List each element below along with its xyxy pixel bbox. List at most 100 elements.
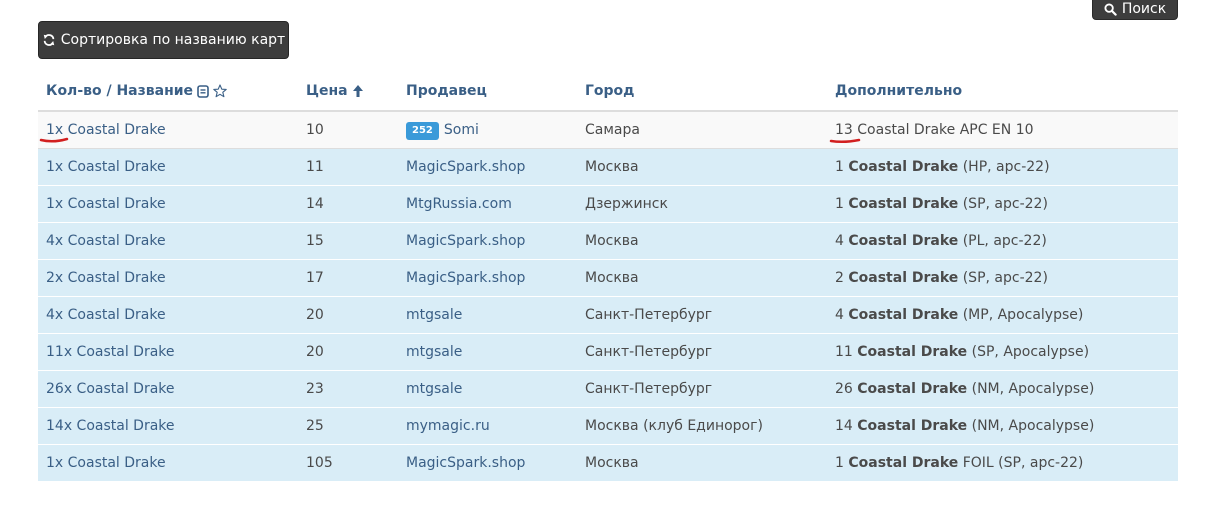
extra-details: (SP, Apocalypse) xyxy=(971,344,1090,360)
extra-title: Coastal Drake xyxy=(857,381,968,397)
card-name-link[interactable]: 4x Coastal Drake xyxy=(46,306,166,324)
price: 14 xyxy=(306,196,324,212)
city: Москва xyxy=(585,455,639,471)
extra-quantity: 11 xyxy=(835,344,853,360)
card-name-link[interactable]: 11x Coastal Drake xyxy=(46,343,175,361)
price: 20 xyxy=(306,344,324,360)
card-name-link[interactable]: 26x Coastal Drake xyxy=(46,380,175,398)
card-name-link[interactable]: 1x Coastal Drake xyxy=(46,454,166,472)
sort-by-name-button[interactable]: Сортировка по названию карт xyxy=(38,21,289,59)
table-row: 26x Coastal Drake 23 mtgsale Санкт-Петер… xyxy=(38,371,1178,408)
table-row: 1x Coastal Drake 105 MagicSpark.shop Мос… xyxy=(38,445,1178,482)
extra-title: Coastal Drake xyxy=(857,418,968,434)
extra-quantity: 1 xyxy=(835,196,844,212)
extra-info: 4 Coastal Drake (PL, apc-22) xyxy=(835,232,1047,250)
column-header-city-label[interactable]: Город xyxy=(585,83,635,99)
sort-button-label: Сортировка по названию карт xyxy=(60,32,286,48)
search-icon xyxy=(1104,2,1117,16)
price: 25 xyxy=(306,418,324,434)
extra-info: 11 Coastal Drake (SP, Apocalypse) xyxy=(835,343,1089,361)
extra-quantity: 4 xyxy=(835,233,844,249)
column-header-name-label[interactable]: Кол-во / Название xyxy=(46,83,193,99)
column-header-seller[interactable]: Продавец xyxy=(406,83,487,99)
extra-quantity: 2 xyxy=(835,270,844,286)
search-button[interactable]: Поиск xyxy=(1092,0,1178,20)
column-header-seller-label[interactable]: Продавец xyxy=(406,83,487,99)
extra-details: FOIL (SP, apc-22) xyxy=(962,455,1084,471)
seller-link[interactable]: MagicSpark.shop xyxy=(406,158,525,176)
card-name-link[interactable]: 4x Coastal Drake xyxy=(46,232,166,250)
extra-info: 26 Coastal Drake (NM, Apocalypse) xyxy=(835,380,1094,398)
extra-info: 13 Coastal Drake APC EN 10 xyxy=(835,121,1034,139)
city: Москва xyxy=(585,159,639,175)
city: Москва (клуб Единорог) xyxy=(585,418,763,434)
price: 17 xyxy=(306,270,324,286)
red-underline-annotation xyxy=(39,137,69,143)
table-row: 2x Coastal Drake 17 MagicSpark.shop Моск… xyxy=(38,260,1178,297)
card-name-link[interactable]: 1x Coastal Drake xyxy=(46,195,166,213)
column-header-city[interactable]: Город xyxy=(585,83,635,99)
table-row: 11x Coastal Drake 20 mtgsale Санкт-Петер… xyxy=(38,334,1178,371)
seller-link[interactable]: mtgsale xyxy=(406,343,462,361)
table-row: 4x Coastal Drake 20 mtgsale Санкт-Петерб… xyxy=(38,297,1178,334)
column-header-extra-label: Дополнительно xyxy=(835,83,963,99)
card-name-link[interactable]: 1x Coastal Drake xyxy=(46,158,166,176)
column-header-price-label[interactable]: Цена xyxy=(306,83,348,99)
column-header-extra: Дополнительно xyxy=(835,83,962,99)
seller-link[interactable]: mymagic.ru xyxy=(406,417,490,435)
seller-link[interactable]: MagicSpark.shop xyxy=(406,454,525,472)
seller-link[interactable]: MagicSpark.shop xyxy=(406,269,525,287)
column-header-name[interactable]: Кол-во / Название xyxy=(46,83,227,99)
table-row: 1x Coastal Drake 10 252 Somi Самара 13 Co… xyxy=(38,112,1178,149)
extra-title: Coastal Drake xyxy=(848,307,959,323)
table-header: Кол-во / Название Цена Продавец Город До… xyxy=(38,73,1178,112)
extra-info: 1 Coastal Drake FOIL (SP, apc-22) xyxy=(835,454,1083,472)
card-icon[interactable] xyxy=(197,84,209,98)
extra-title: Coastal Drake APC EN 10 xyxy=(857,122,1034,138)
city: Санкт-Петербург xyxy=(585,381,713,397)
price: 11 xyxy=(306,159,324,175)
extra-details: (MP, Apocalypse) xyxy=(962,307,1084,323)
seller-rating-badge: 252 xyxy=(406,122,439,140)
price: 23 xyxy=(306,381,324,397)
city: Москва xyxy=(585,270,639,286)
column-header-price[interactable]: Цена xyxy=(306,83,364,99)
extra-info: 2 Coastal Drake (SP, apc-22) xyxy=(835,269,1048,287)
extra-title: Coastal Drake xyxy=(857,344,968,360)
extra-details: (PL, apc-22) xyxy=(962,233,1047,249)
extra-details: (NM, Apocalypse) xyxy=(971,418,1095,434)
seller-link[interactable]: MtgRussia.com xyxy=(406,195,512,213)
extra-details: (SP, apc-22) xyxy=(962,270,1048,286)
card-name-link[interactable]: 14x Coastal Drake xyxy=(46,417,175,435)
offers-table: Кол-во / Название Цена Продавец Город До… xyxy=(38,73,1178,482)
extra-quantity: 26 xyxy=(835,381,853,397)
table-row: 1x Coastal Drake 11 MagicSpark.shop Моск… xyxy=(38,149,1178,186)
seller-link[interactable]: MagicSpark.shop xyxy=(406,232,525,250)
seller-link[interactable]: mtgsale xyxy=(406,306,462,324)
table-row: 14x Coastal Drake 25 mymagic.ru Москва (… xyxy=(38,408,1178,445)
red-underline-annotation xyxy=(829,138,861,144)
extra-details: (NM, Apocalypse) xyxy=(971,381,1095,397)
table-row: 1x Coastal Drake 14 MtgRussia.com Дзержи… xyxy=(38,186,1178,223)
city: Санкт-Петербург xyxy=(585,344,713,360)
seller-cell: 252 Somi xyxy=(406,121,479,140)
refresh-icon xyxy=(43,34,55,46)
extra-info: 14 Coastal Drake (NM, Apocalypse) xyxy=(835,417,1094,435)
extra-quantity: 1 xyxy=(835,159,844,175)
price: 10 xyxy=(306,122,324,138)
extra-info: 4 Coastal Drake (MP, Apocalypse) xyxy=(835,306,1083,324)
extra-quantity: 4 xyxy=(835,307,844,323)
seller-link[interactable]: mtgsale xyxy=(406,380,462,398)
extra-details: (SP, apc-22) xyxy=(962,196,1048,212)
city: Москва xyxy=(585,233,639,249)
card-name-link[interactable]: 2x Coastal Drake xyxy=(46,269,166,287)
star-icon[interactable] xyxy=(213,84,227,98)
seller-link[interactable]: Somi xyxy=(444,122,479,138)
extra-info: 1 Coastal Drake (SP, apc-22) xyxy=(835,195,1048,213)
extra-quantity: 14 xyxy=(835,418,853,434)
extra-title: Coastal Drake xyxy=(848,270,959,286)
price: 105 xyxy=(306,455,333,471)
sort-ascending-icon[interactable] xyxy=(352,84,364,98)
price: 20 xyxy=(306,307,324,323)
table-row: 4x Coastal Drake 15 MagicSpark.shop Моск… xyxy=(38,223,1178,260)
